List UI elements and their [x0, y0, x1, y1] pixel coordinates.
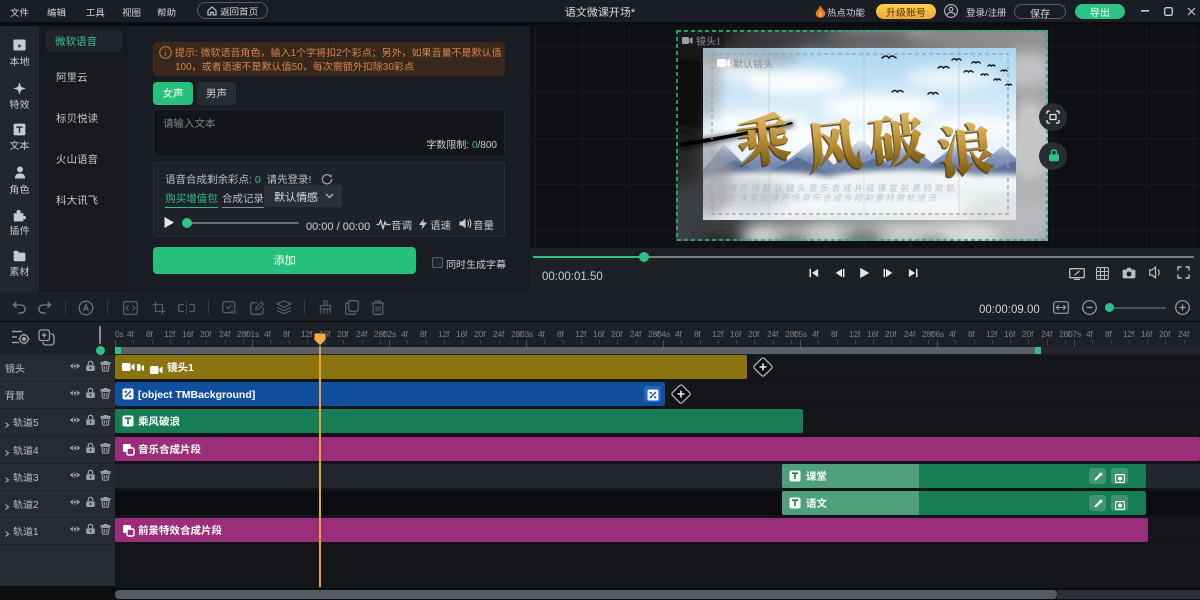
svg-text:镜头1: 镜头1: [696, 33, 721, 48]
svg-text:浪: 浪: [934, 104, 997, 188]
svg-text:默认镜头: 默认镜头: [733, 56, 773, 71]
svg-text:破: 破: [864, 94, 928, 179]
svg-text:乘: 乘: [731, 94, 795, 179]
svg-text:风: 风: [802, 100, 865, 184]
